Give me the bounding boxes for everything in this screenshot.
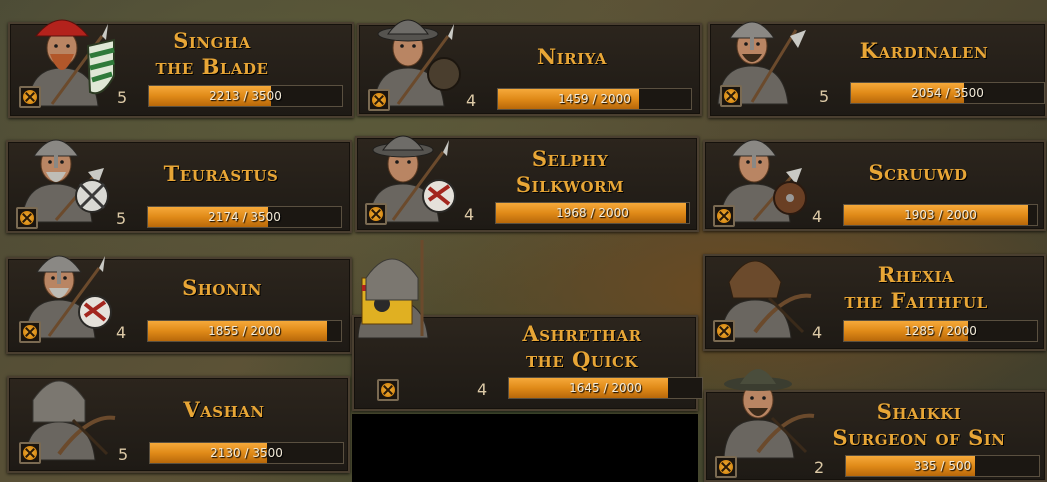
- character-name-line: the Quick: [526, 347, 638, 372]
- character-level: 4: [464, 205, 475, 224]
- character-name-line: Surgeon of Sin: [832, 425, 1006, 450]
- character-level: 5: [117, 88, 128, 107]
- experience-bar: 2174 / 3500: [147, 206, 342, 228]
- experience-bar: 335 / 500: [845, 455, 1040, 477]
- character-name-line: Scruuwd: [868, 160, 968, 185]
- character-name: Singha the Blade: [92, 28, 332, 80]
- experience-bar: 1903 / 2000: [843, 204, 1038, 226]
- character-name-line: Kardinalen: [859, 38, 989, 63]
- experience-value: 2130 / 3500: [210, 446, 283, 460]
- character-name-line: Ashrethar: [522, 321, 642, 346]
- experience-value: 1285 / 2000: [904, 324, 977, 338]
- character-name: Shonin: [102, 275, 342, 301]
- character-level: 5: [118, 445, 129, 464]
- experience-bar: 2213 / 3500: [148, 85, 343, 107]
- character-name: Kardinalen: [804, 38, 1044, 64]
- crossed-swords-disc-icon[interactable]: [713, 320, 735, 342]
- character-level: 2: [814, 458, 825, 477]
- crossed-swords-disc-icon[interactable]: [715, 456, 737, 478]
- crossed-swords-disc-icon[interactable]: [377, 379, 399, 401]
- character-name-line: Vashan: [183, 397, 265, 422]
- crossed-swords-disc-icon[interactable]: [19, 442, 41, 464]
- experience-bar: 1855 / 2000: [147, 320, 342, 342]
- character-name: Teurastus: [101, 161, 341, 187]
- experience-bar: 1968 / 2000: [495, 202, 690, 224]
- experience-value: 2174 / 3500: [208, 210, 281, 224]
- character-level: 5: [116, 209, 127, 228]
- experience-value: 2213 / 3500: [209, 89, 282, 103]
- character-name-line: Rhexia: [877, 262, 955, 287]
- crossed-swords-disc-icon[interactable]: [19, 321, 41, 343]
- character-name-line: the Faithful: [844, 288, 988, 313]
- character-level: 4: [466, 91, 477, 110]
- character-name: Rhexia the Faithful: [796, 262, 1036, 314]
- crossed-swords-disc-icon[interactable]: [365, 203, 387, 225]
- experience-bar: 2130 / 3500: [149, 442, 344, 464]
- experience-value: 1459 / 2000: [558, 92, 631, 106]
- character-name-line: Shonin: [182, 275, 262, 300]
- crossed-swords-disc-icon[interactable]: [368, 89, 390, 111]
- empty-area: [352, 414, 698, 482]
- experience-value: 1968 / 2000: [556, 206, 629, 220]
- character-name-line: Silkworm: [515, 172, 625, 197]
- character-level: 4: [812, 323, 823, 342]
- character-name-line: Selphy: [531, 146, 609, 171]
- character-name: Niriya: [452, 44, 692, 70]
- experience-value: 335 / 500: [913, 459, 972, 473]
- character-name: Vashan: [104, 397, 344, 423]
- crossed-swords-disc-icon[interactable]: [713, 205, 735, 227]
- experience-bar: 2054 / 3500: [850, 82, 1045, 104]
- character-portrait[interactable]: [352, 238, 452, 339]
- experience-bar: 1645 / 2000: [508, 377, 703, 399]
- experience-bar: 1285 / 2000: [843, 320, 1038, 342]
- character-level: 4: [812, 207, 823, 226]
- experience-bar: 1459 / 2000: [497, 88, 692, 110]
- character-name-line: Singha: [173, 28, 251, 53]
- experience-value: 2054 / 3500: [911, 86, 984, 100]
- character-name-line: the Blade: [155, 54, 269, 79]
- character-level: 4: [477, 380, 488, 399]
- character-level: 5: [819, 87, 830, 106]
- character-level: 4: [116, 323, 127, 342]
- experience-value: 1903 / 2000: [904, 208, 977, 222]
- crossed-swords-disc-icon[interactable]: [16, 207, 38, 229]
- character-name: Shaikki Surgeon of Sin: [799, 399, 1039, 451]
- experience-value: 1645 / 2000: [569, 381, 642, 395]
- crossed-swords-disc-icon[interactable]: [19, 86, 41, 108]
- crossed-swords-disc-icon[interactable]: [720, 85, 742, 107]
- character-name: Selphy Silkworm: [450, 146, 690, 198]
- character-name-line: Shaikki: [876, 399, 962, 424]
- character-name-line: Niriya: [536, 44, 608, 69]
- character-name-line: Teurastus: [163, 161, 279, 186]
- character-name: Ashrethar the Quick: [462, 321, 702, 373]
- experience-value: 1855 / 2000: [208, 324, 281, 338]
- character-name: Scruuwd: [798, 160, 1038, 186]
